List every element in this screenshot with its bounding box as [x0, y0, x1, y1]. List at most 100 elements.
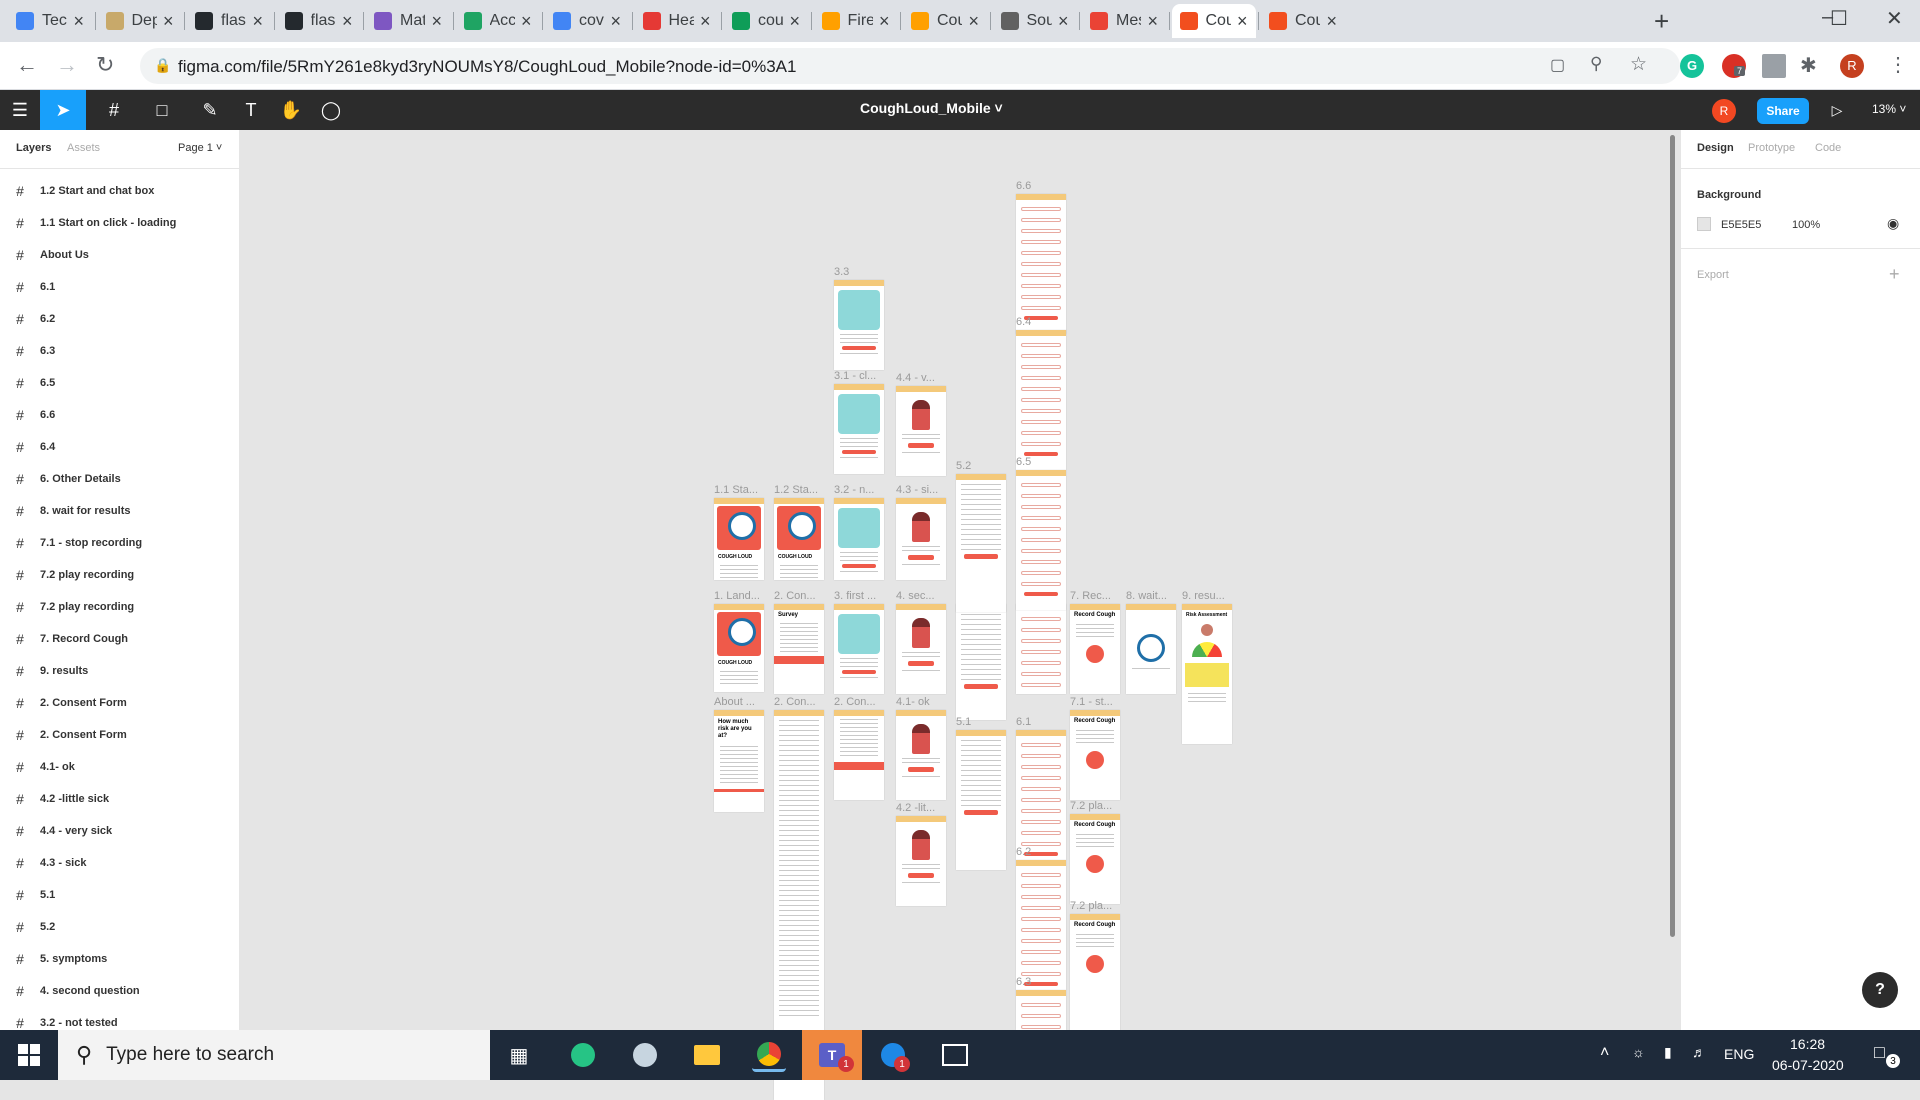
close-tab-icon[interactable]: × — [342, 11, 353, 32]
tab-code[interactable]: Code — [1815, 142, 1841, 154]
shape-tool-icon[interactable]: □ — [142, 90, 182, 130]
mobile-frame[interactable]: COUGH LOUD — [714, 604, 764, 692]
mobile-frame[interactable]: How much risk are you at? — [714, 710, 764, 812]
mobile-frame[interactable] — [956, 604, 1006, 720]
clock-time[interactable]: 16:28 — [1790, 1036, 1825, 1052]
browser-tab[interactable]: Heal × — [635, 4, 719, 38]
vue-extension-icon[interactable] — [1762, 54, 1786, 78]
layer-item[interactable]: #7.2 play recording — [0, 559, 240, 591]
close-tab-icon[interactable]: × — [1326, 11, 1337, 32]
windows-start-icon[interactable] — [12, 1038, 46, 1072]
new-tab-icon[interactable]: + — [1654, 8, 1669, 34]
file-explorer-icon[interactable] — [690, 1038, 724, 1072]
layer-item[interactable]: #6.4 — [0, 431, 240, 463]
mobile-frame[interactable] — [896, 386, 946, 476]
browser-tab[interactable]: cou × — [724, 4, 808, 38]
close-tab-icon[interactable]: × — [431, 11, 442, 32]
mobile-frame[interactable]: COUGH LOUD — [714, 498, 764, 580]
wifi-icon[interactable]: ☼ — [1632, 1044, 1645, 1060]
forward-icon[interactable]: → — [56, 52, 78, 78]
cast-icon[interactable]: ▢ — [1550, 55, 1565, 75]
close-tab-icon[interactable]: × — [1058, 11, 1069, 32]
browser-tab[interactable]: covi × — [545, 4, 629, 38]
browser-tab[interactable]: Cou × — [903, 4, 987, 38]
mobile-frame[interactable] — [896, 816, 946, 906]
zoom-icon[interactable]: ⚲ — [1590, 54, 1602, 74]
layer-item[interactable]: #7. Record Cough — [0, 623, 240, 655]
option-button[interactable] — [842, 346, 876, 350]
mobile-frame[interactable]: Risk Assessment — [1182, 604, 1232, 744]
browser-tab[interactable]: Firel × — [814, 4, 898, 38]
tab-prototype[interactable]: Prototype — [1748, 142, 1795, 154]
mobile-frame[interactable] — [834, 384, 884, 474]
close-tab-icon[interactable]: × — [521, 11, 532, 32]
layer-item[interactable]: #1.1 Start on click - loading — [0, 207, 240, 239]
comment-tool-icon[interactable]: ◯ — [314, 90, 348, 130]
option-button[interactable] — [908, 661, 934, 666]
layer-item[interactable]: #4.3 - sick — [0, 847, 240, 879]
mobile-frame[interactable] — [834, 498, 884, 580]
text-tool-icon[interactable]: T — [234, 90, 268, 130]
browser-tab[interactable]: Acce × — [456, 4, 540, 38]
teams-app-icon[interactable]: T 1 — [802, 1030, 862, 1080]
user-avatar[interactable]: R — [1712, 99, 1736, 123]
pen-tool-icon[interactable]: ✎ — [190, 90, 230, 130]
close-tab-icon[interactable]: × — [252, 11, 263, 32]
mobile-frame[interactable] — [1016, 330, 1066, 470]
option-button[interactable] — [908, 873, 934, 878]
microphone-icon[interactable] — [1086, 645, 1104, 663]
option-button[interactable] — [908, 555, 934, 560]
maps-app-icon[interactable] — [566, 1038, 600, 1072]
mobile-frame[interactable]: COUGH LOUD — [774, 498, 824, 580]
close-tab-icon[interactable]: × — [610, 11, 621, 32]
layer-item[interactable]: #4.2 -little sick — [0, 783, 240, 815]
layer-item[interactable]: #5. symptoms — [0, 943, 240, 975]
close-tab-icon[interactable]: × — [879, 11, 890, 32]
battery-icon[interactable]: ▮ — [1664, 1044, 1672, 1061]
steam-app-icon[interactable] — [628, 1038, 662, 1072]
document-title[interactable]: CoughLoud_Mobile ˅ — [860, 100, 1003, 116]
mobile-frame[interactable] — [1016, 990, 1066, 1030]
frame-tool-icon[interactable]: # — [94, 90, 134, 130]
layer-item[interactable]: #1.2 Start and chat box — [0, 175, 240, 207]
present-play-icon[interactable]: ▷ — [1822, 90, 1852, 130]
mobile-frame[interactable]: Record Cough — [1070, 914, 1120, 1034]
mobile-frame[interactable] — [1016, 860, 1066, 990]
layer-item[interactable]: #6.1 — [0, 271, 240, 303]
mobile-frame[interactable] — [834, 604, 884, 694]
browser-tab[interactable]: flask × — [187, 4, 271, 38]
layer-item[interactable]: #4. second question — [0, 975, 240, 1007]
layer-item[interactable]: #6.2 — [0, 303, 240, 335]
background-opacity-input[interactable]: 100% — [1792, 219, 1820, 231]
close-tab-icon[interactable]: × — [789, 11, 800, 32]
layer-item[interactable]: #6.5 — [0, 367, 240, 399]
main-menu-icon[interactable]: ☰ — [0, 90, 40, 130]
app-icon[interactable]: 1 — [876, 1038, 910, 1072]
browser-tab[interactable]: Tech × — [8, 4, 92, 38]
back-icon[interactable]: ← — [16, 52, 38, 78]
close-tab-icon[interactable]: × — [700, 11, 711, 32]
extension-icon[interactable]: 7 — [1722, 54, 1746, 78]
layer-item[interactable]: #4.4 - very sick — [0, 815, 240, 847]
option-button[interactable] — [908, 767, 934, 772]
browser-tab[interactable]: Depl × — [98, 4, 182, 38]
browser-tab[interactable]: Mat × — [366, 4, 450, 38]
layer-item[interactable]: #4.1- ok — [0, 751, 240, 783]
layer-item[interactable]: #5.2 — [0, 911, 240, 943]
layer-item[interactable]: #6. Other Details — [0, 463, 240, 495]
mobile-frame[interactable]: Record Cough — [1070, 604, 1120, 694]
submit-button[interactable] — [1024, 592, 1058, 596]
layer-item[interactable]: # About Us — [0, 239, 240, 271]
mobile-frame[interactable]: Record Cough — [1070, 710, 1120, 800]
close-tab-icon[interactable]: × — [1147, 11, 1158, 32]
close-tab-icon[interactable]: × — [1237, 11, 1248, 32]
tab-assets[interactable]: Assets — [67, 142, 100, 154]
browser-tab[interactable]: Cou × — [1261, 4, 1345, 38]
close-tab-icon[interactable]: × — [73, 11, 84, 32]
chrome-menu-icon[interactable]: ⋮ — [1888, 52, 1908, 77]
move-tool-icon[interactable]: ➤ — [40, 90, 86, 130]
canvas-scrollbar[interactable] — [1670, 135, 1675, 937]
mobile-frame[interactable] — [834, 280, 884, 370]
mobile-frame[interactable] — [1016, 730, 1066, 860]
photos-app-icon[interactable] — [938, 1038, 972, 1072]
